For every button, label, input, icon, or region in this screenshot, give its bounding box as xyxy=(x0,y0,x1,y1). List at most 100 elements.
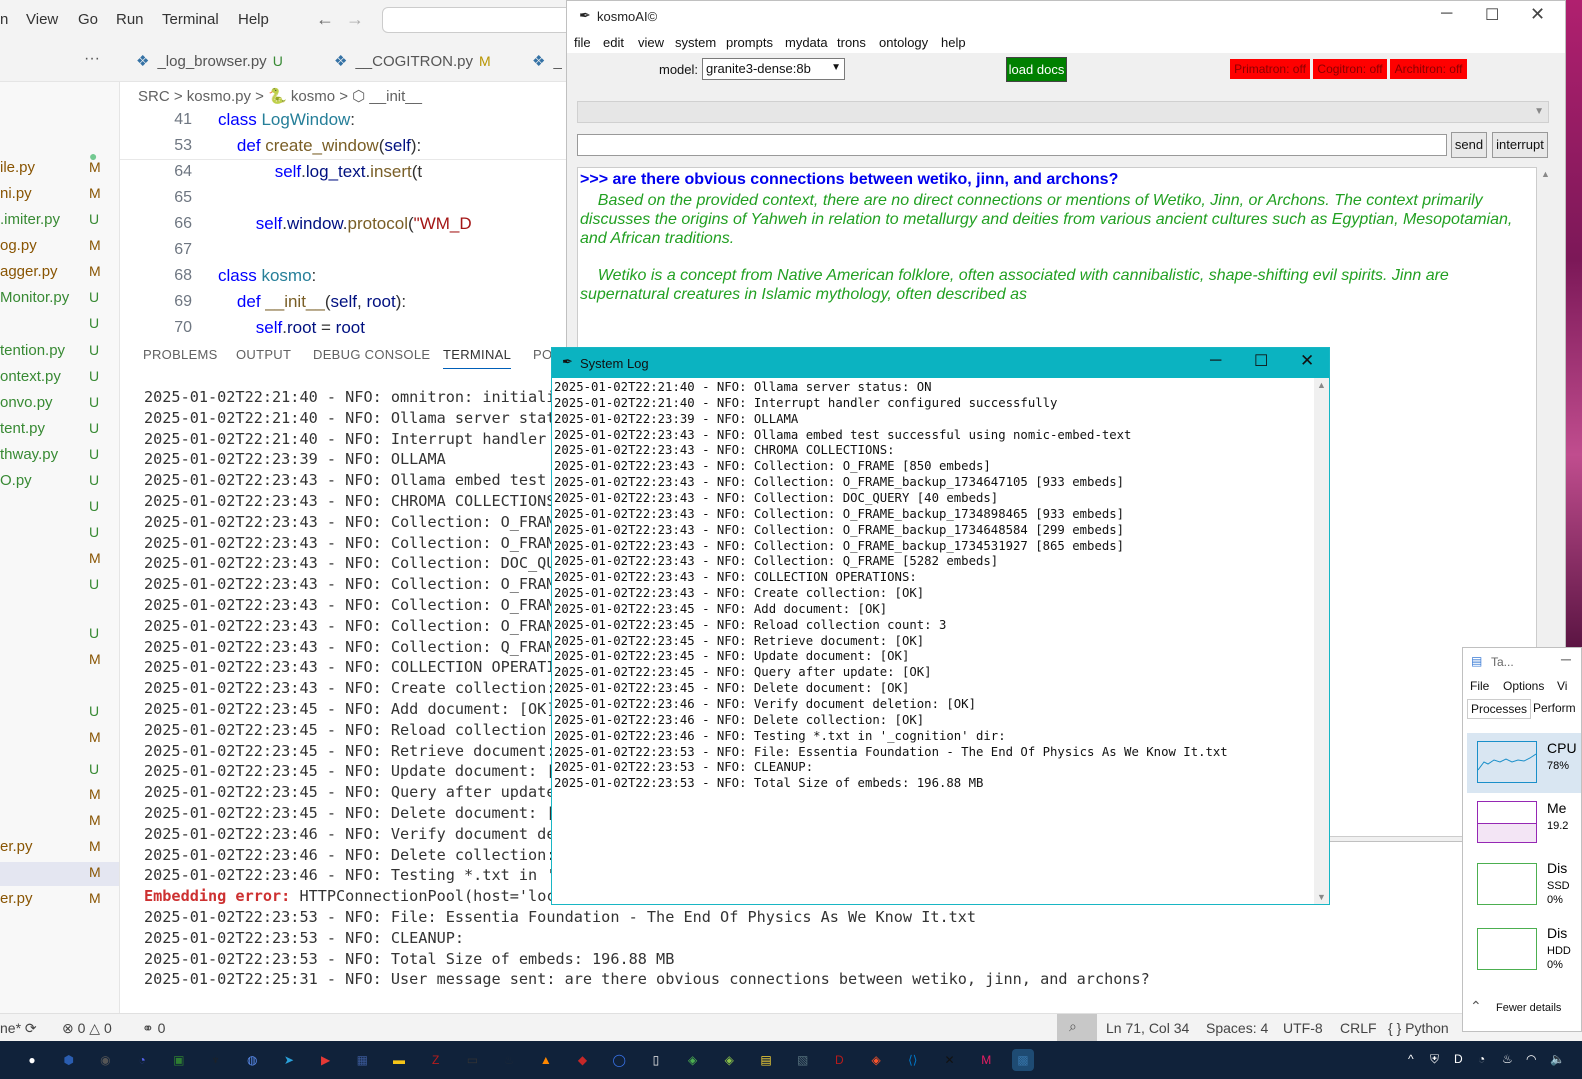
history-combobox[interactable]: ▼ xyxy=(577,101,1549,123)
tab-log-browser[interactable]: ❖ _log_browser.py U xyxy=(136,40,283,82)
maximize-icon[interactable]: ☐ xyxy=(1254,351,1268,371)
menu-mydata[interactable]: mydata xyxy=(785,35,828,50)
sidebar-file-item[interactable]: Monitor.py U xyxy=(0,287,119,311)
sidebar-file-item[interactable]: U xyxy=(0,759,119,783)
menu-ontology[interactable]: ontology xyxy=(879,35,928,50)
x-icon[interactable]: ✕ xyxy=(939,1049,961,1071)
steam-icon[interactable]: ♨ xyxy=(498,1049,520,1071)
menu-system[interactable]: system xyxy=(675,35,716,50)
sidebar-file-item[interactable]: tention.py U xyxy=(0,340,119,364)
menu-help[interactable]: Help xyxy=(238,11,269,28)
obs-icon[interactable]: ◉ xyxy=(94,1049,116,1071)
discord-icon[interactable]: ◔ xyxy=(131,1049,153,1071)
disk1-graph[interactable] xyxy=(1477,928,1537,970)
menu-go[interactable]: Go xyxy=(78,11,98,28)
gamepad-icon[interactable]: ◆ xyxy=(572,1049,594,1071)
architron-toggle[interactable]: Architron: off xyxy=(1390,59,1467,79)
chevron-up-icon[interactable]: ⌃ xyxy=(1470,998,1482,1015)
menu-prompts[interactable]: prompts xyxy=(726,35,773,50)
notes-icon[interactable]: ▤ xyxy=(755,1049,777,1071)
sidebar-file-item[interactable]: M xyxy=(0,548,119,572)
status-problems[interactable]: ⊗ 0 △ 0 xyxy=(62,1020,112,1037)
menu-trons[interactable]: trons xyxy=(837,35,866,50)
sidebar-file-item[interactable]: er.py M xyxy=(0,888,119,912)
menu-run[interactable]: Run xyxy=(116,11,144,28)
signal-icon[interactable]: ◯ xyxy=(608,1049,630,1071)
clipboard-icon[interactable]: ▯ xyxy=(645,1049,667,1071)
tab-output[interactable]: OUTPUT xyxy=(236,347,291,362)
status-eol[interactable]: CRLF xyxy=(1340,1020,1377,1036)
sidebar-file-item[interactable]: U xyxy=(0,574,119,598)
tool-icon[interactable]: ◈ xyxy=(682,1049,704,1071)
chat2-icon[interactable]: ▦ xyxy=(351,1049,373,1071)
sidebar-file-item[interactable]: O.py U xyxy=(0,470,119,494)
close-icon[interactable]: ✕ xyxy=(1300,351,1314,371)
mail-icon[interactable]: M xyxy=(975,1049,997,1071)
fewer-details-link[interactable]: Fewer details xyxy=(1496,1002,1561,1014)
media-icon[interactable]: ▶ xyxy=(315,1049,337,1071)
menu-file[interactable]: n xyxy=(0,11,8,28)
tool2-icon[interactable]: ◈ xyxy=(718,1049,740,1071)
forward-arrow-icon[interactable]: → xyxy=(346,9,364,30)
volume-icon[interactable]: 🔈 xyxy=(1550,1052,1565,1066)
back-arrow-icon[interactable]: ← xyxy=(316,9,334,30)
menu-view[interactable]: View xyxy=(26,11,58,28)
status-position[interactable]: Ln 71, Col 34 xyxy=(1106,1020,1189,1036)
wifi-icon[interactable]: ◠ xyxy=(1526,1052,1536,1066)
sidebar-file-item[interactable]: ontext.py U xyxy=(0,366,119,390)
status-language[interactable]: { } Python xyxy=(1388,1020,1449,1036)
brave-icon[interactable]: ◈ xyxy=(865,1049,887,1071)
tab-ports[interactable]: PO xyxy=(533,347,552,362)
menu-view[interactable]: view xyxy=(638,35,664,50)
status-spaces[interactable]: Spaces: 4 xyxy=(1206,1020,1268,1036)
sidebar-file-item[interactable]: M xyxy=(0,727,119,751)
app-icon[interactable]: ⬢ xyxy=(58,1049,80,1071)
sidebar-file-item[interactable]: .imiter.py U xyxy=(0,209,119,233)
close-icon[interactable]: ✕ xyxy=(1530,4,1545,25)
sidebar-file-item[interactable]: U xyxy=(0,313,119,337)
command-center-search[interactable] xyxy=(382,7,572,33)
sidebar-file-item[interactable]: tent.py U xyxy=(0,418,119,442)
sidebar-file-item[interactable]: M xyxy=(0,649,119,673)
sidebar-file-item[interactable]: thway.py U xyxy=(0,444,119,468)
terminal-icon[interactable]: ▭ xyxy=(461,1049,483,1071)
sidebar-file-item[interactable]: ni.py M xyxy=(0,183,119,207)
sidebar-file-item[interactable]: U xyxy=(0,522,119,546)
tab-performance[interactable]: Perform xyxy=(1533,701,1576,715)
status-encoding[interactable]: UTF-8 xyxy=(1283,1020,1323,1036)
cogitron-toggle[interactable]: Cogitron: off xyxy=(1313,59,1387,79)
tray-overflow-icon[interactable]: ^ xyxy=(1408,1052,1414,1066)
sidebar-file-item[interactable]: er.py M xyxy=(0,836,119,860)
sidebar-file-item[interactable]: M xyxy=(0,862,119,886)
maximize-icon[interactable]: ☐ xyxy=(1485,5,1499,25)
sidebar-file-item[interactable]: onvo.py U xyxy=(0,392,119,416)
chat-icon[interactable]: ● xyxy=(21,1049,43,1071)
sidebar-file-item[interactable]: U xyxy=(0,496,119,520)
photos-icon[interactable]: ▧ xyxy=(792,1049,814,1071)
app2-icon[interactable]: ▣ xyxy=(168,1049,190,1071)
filezilla-icon[interactable]: Z xyxy=(425,1049,447,1071)
kosmo-titlebar[interactable]: ✒ kosmoAI© ─ ☐ ✕ xyxy=(567,1,1565,31)
model-select[interactable]: granite3-dense:8b ▼ xyxy=(702,58,845,80)
minimize-icon[interactable]: ─ xyxy=(1210,352,1221,370)
alien-icon[interactable]: ♆ xyxy=(205,1049,227,1071)
minimize-icon[interactable]: ─ xyxy=(1441,5,1452,23)
sidebar-file-item[interactable]: ile.py M xyxy=(0,157,119,181)
qb-icon[interactable]: ◍ xyxy=(241,1049,263,1071)
send-button[interactable]: send xyxy=(1451,132,1487,158)
shield-icon[interactable]: ⛨ xyxy=(1430,1052,1439,1067)
load-docs-button[interactable]: load docs xyxy=(1006,57,1067,82)
sidebar-file-item[interactable]: M xyxy=(0,810,119,834)
discord-tray-icon[interactable]: ◔ xyxy=(1478,1052,1485,1066)
dc-icon[interactable]: D xyxy=(828,1049,850,1071)
dc-tray-icon[interactable]: D xyxy=(1454,1052,1463,1066)
tab-problems[interactable]: PROBLEMS xyxy=(143,347,218,362)
tab-cogitron[interactable]: ❖ __COGITRON.py M xyxy=(334,40,491,82)
breadcrumb[interactable]: SRC > kosmo.py > 🐍 kosmo > ⬡ __init__ xyxy=(138,87,422,105)
system-log-text[interactable]: 2025-01-02T22:21:40 - NFO: Ollama server… xyxy=(552,378,1314,904)
sidebar-file-item[interactable]: U xyxy=(0,701,119,725)
sidebar-file-item[interactable]: M xyxy=(0,784,119,808)
vlc-icon[interactable]: ▲ xyxy=(535,1049,557,1071)
zoom-icon[interactable]: ⌕ xyxy=(1057,1014,1097,1041)
disk0-graph[interactable] xyxy=(1477,863,1537,905)
